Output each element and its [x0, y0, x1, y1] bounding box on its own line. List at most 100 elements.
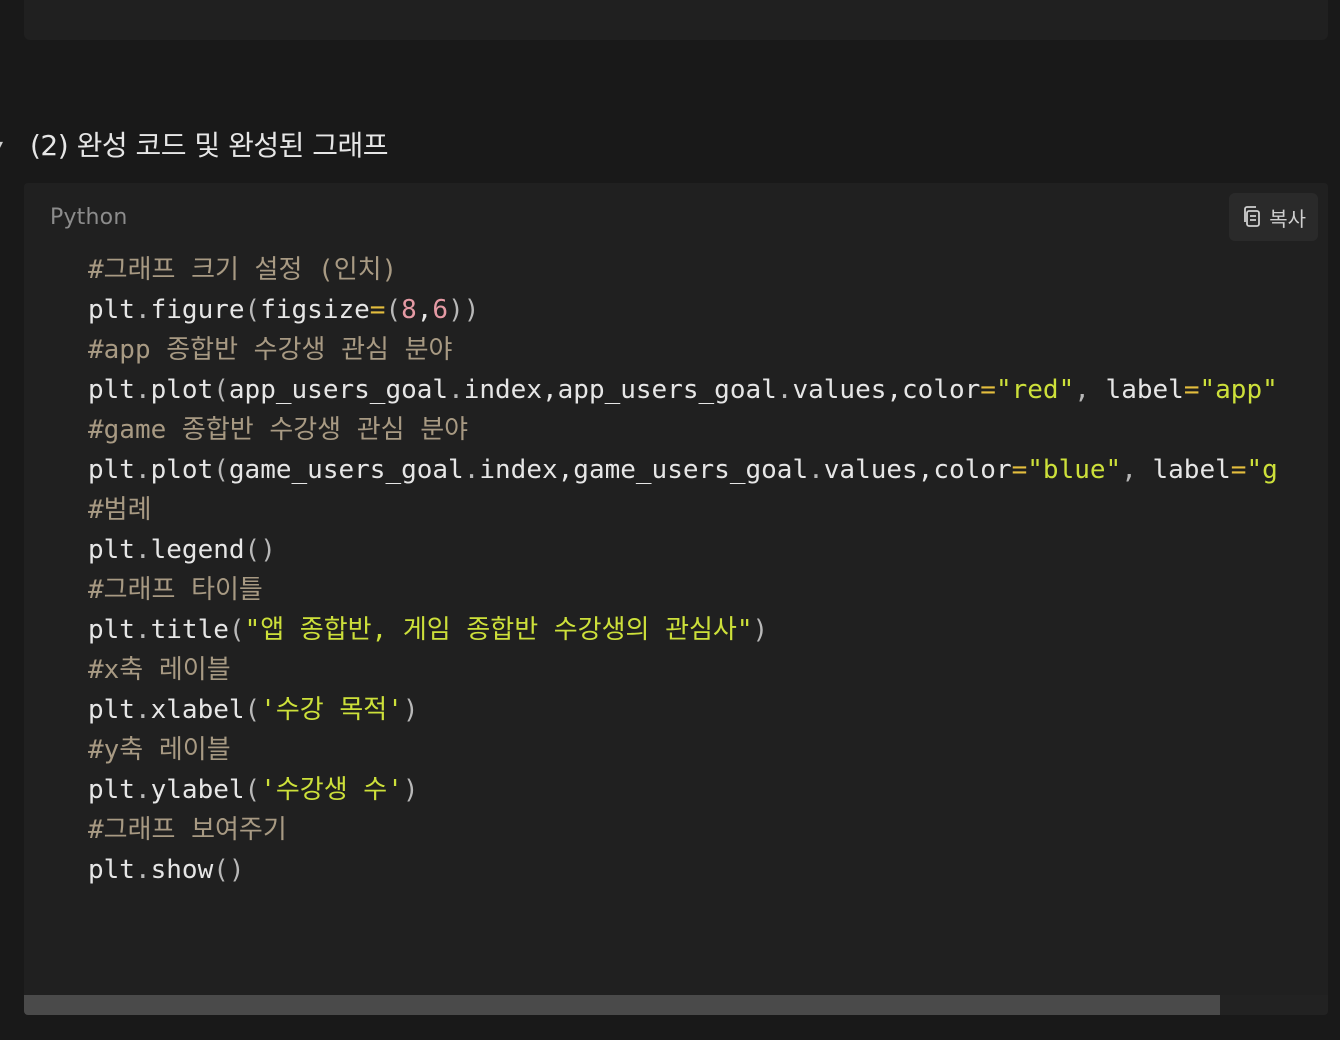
horizontal-scrollbar[interactable]: [24, 995, 1328, 1015]
code-token: "g: [1246, 455, 1278, 485]
code-token: "blue": [1027, 455, 1122, 485]
code-token: .: [134, 775, 151, 805]
code-token: ,: [416, 295, 433, 325]
code-token: )): [448, 295, 480, 325]
code-line: plt.figure(figsize=(8,6)): [88, 290, 1328, 330]
code-token: =: [1183, 375, 1200, 405]
copy-label: 복사: [1269, 206, 1306, 231]
code-token: #app 종합반 수강생 관심 분야: [88, 335, 453, 365]
code-line: plt.legend(): [88, 530, 1328, 570]
code-line: #그래프 보여주기: [88, 810, 1328, 850]
code-line: plt.plot(app_users_goal.index,app_users_…: [88, 370, 1328, 410]
code-token: ,: [1121, 455, 1153, 485]
code-line: plt.ylabel('수강생 수'): [88, 770, 1328, 810]
code-line: plt.plot(game_users_goal.index,game_user…: [88, 450, 1328, 490]
code-token: ): [402, 775, 419, 805]
code-token: '수강생 수': [260, 775, 403, 805]
code-token: ylabel: [150, 775, 245, 805]
code-token: values,color: [823, 455, 1012, 485]
code-token: plt: [88, 295, 135, 325]
code-token: .: [134, 535, 151, 565]
code-token: (: [213, 455, 229, 485]
code-token: ): [402, 695, 419, 725]
code-token: #game 종합반 수강생 관심 분야: [88, 415, 469, 445]
code-token: .: [463, 455, 480, 485]
code-token: plot: [150, 455, 214, 485]
code-token: ,: [1074, 375, 1106, 405]
code-line: #x축 레이블: [88, 650, 1328, 690]
code-token: plot: [150, 375, 214, 405]
copy-button[interactable]: 복사: [1229, 193, 1318, 241]
code-token: .: [776, 375, 793, 405]
scrollbar-thumb[interactable]: [24, 995, 1220, 1015]
code-token: .: [134, 375, 151, 405]
code-token: "앱 종합반, 게임 종합반 수강생의 관심사": [244, 615, 753, 645]
copy-icon: [1241, 205, 1263, 229]
section-heading: (2) 완성 코드 및 완성된 그래프: [30, 129, 389, 162]
code-line: #범례: [88, 490, 1328, 530]
code-line: #그래프 크기 설정 (인치): [88, 250, 1328, 290]
code-token: .: [808, 455, 824, 485]
code-token: plt: [88, 775, 135, 805]
code-token: (: [244, 695, 261, 725]
code-token: #그래프 크기 설정 (인치): [88, 255, 398, 285]
code-token: "app": [1199, 375, 1278, 405]
code-token: #그래프 보여주기: [88, 815, 287, 845]
code-token: (): [244, 535, 276, 565]
code-token: =: [369, 295, 386, 325]
code-token: #x축 레이블: [88, 655, 231, 685]
code-token: (: [385, 295, 402, 325]
code-token: .: [134, 455, 151, 485]
code-line: plt.xlabel('수강 목적'): [88, 690, 1328, 730]
code-token: .: [134, 295, 151, 325]
code-token: legend: [150, 535, 245, 565]
code-token: (: [244, 775, 261, 805]
code-token: (: [228, 615, 245, 645]
previous-block: [24, 0, 1328, 40]
code-line: #y축 레이블: [88, 730, 1328, 770]
code-token: =: [1230, 455, 1247, 485]
code-token: .: [134, 855, 151, 885]
code-token: =: [980, 375, 996, 405]
code-line: #그래프 타이틀: [88, 570, 1328, 610]
code-token: ): [752, 615, 769, 645]
code-token: app_users_goal: [228, 375, 449, 405]
code-line: #app 종합반 수강생 관심 분야: [88, 330, 1328, 370]
language-label: Python: [50, 205, 128, 230]
code-token: plt: [88, 455, 135, 485]
code-token: index,game_users_goal: [479, 455, 809, 485]
code-token: plt: [88, 855, 135, 885]
code-line: #game 종합반 수강생 관심 분야: [88, 410, 1328, 450]
code-content[interactable]: #그래프 크기 설정 (인치) plt.figure(figsize=(8,6))…: [88, 250, 1328, 890]
code-token: figure: [150, 295, 245, 325]
code-token: =: [1011, 455, 1028, 485]
code-line: plt.show(): [88, 850, 1328, 890]
code-token: game_users_goal: [228, 455, 464, 485]
code-token: plt: [88, 535, 135, 565]
code-token: plt: [88, 615, 135, 645]
code-token: #그래프 타이틀: [88, 575, 263, 605]
code-token: title: [150, 615, 229, 645]
code-token: (: [213, 375, 229, 405]
code-token: xlabel: [150, 695, 245, 725]
code-token: (: [244, 295, 261, 325]
code-token: #y축 레이블: [88, 735, 231, 765]
code-token: values,color: [792, 375, 981, 405]
code-token: label: [1152, 455, 1231, 485]
toggle-arrow-icon[interactable]: ▾: [0, 135, 3, 156]
code-token: "red": [995, 375, 1075, 405]
code-token: 8: [401, 295, 417, 325]
code-line: plt.title("앱 종합반, 게임 종합반 수강생의 관심사"): [88, 610, 1328, 650]
code-token: figsize: [260, 295, 370, 325]
code-block: Python 복사 #그래프 크기 설정 (인치) plt.figure(figs…: [24, 183, 1328, 1015]
code-token: show: [150, 855, 214, 885]
code-token: label: [1105, 375, 1184, 405]
code-token: (): [213, 855, 245, 885]
code-token: #범례: [88, 495, 152, 525]
code-token: .: [134, 695, 151, 725]
code-token: index,app_users_goal: [463, 375, 777, 405]
code-token: .: [448, 375, 464, 405]
code-token: plt: [88, 375, 135, 405]
code-token: '수강 목적': [260, 695, 403, 725]
code-token: plt: [88, 695, 135, 725]
